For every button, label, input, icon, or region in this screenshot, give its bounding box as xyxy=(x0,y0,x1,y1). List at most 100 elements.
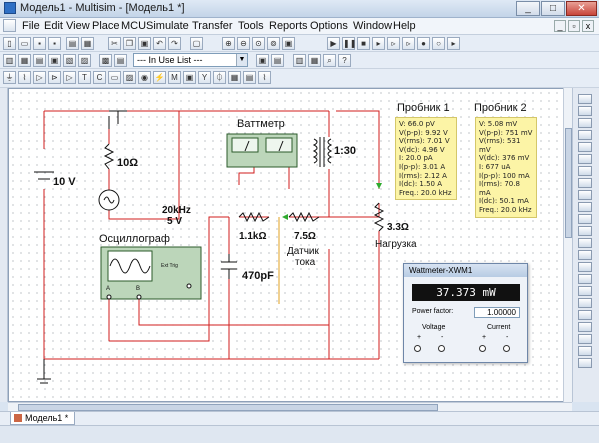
wattmeter-window-title[interactable]: Wattmeter-XWM1 xyxy=(404,264,527,277)
misc-digital-icon[interactable]: ▭ xyxy=(108,71,121,84)
mcu-icon[interactable]: ▦ xyxy=(228,71,241,84)
toggle-breakpoint-icon[interactable]: ● xyxy=(417,37,430,50)
grapher-icon[interactable]: ▥ xyxy=(3,54,16,67)
current-minus-terminal[interactable] xyxy=(503,345,510,352)
mixed-icon[interactable]: ▨ xyxy=(123,71,136,84)
transistor-icon[interactable]: ⊳ xyxy=(48,71,61,84)
menu-view[interactable]: View xyxy=(66,20,90,32)
voltage-plus-terminal[interactable] xyxy=(414,345,421,352)
menu-tools[interactable]: Tools xyxy=(238,20,264,32)
mdi-restore-button[interactable]: ▫ xyxy=(568,20,580,32)
horizontal-scrollbar[interactable] xyxy=(8,402,572,411)
new-icon[interactable]: ▯ xyxy=(3,37,16,50)
ni-elvis-icon[interactable] xyxy=(578,346,592,356)
component-wizard-icon[interactable]: ▣ xyxy=(48,54,61,67)
vertical-scroll-thumb[interactable] xyxy=(565,128,572,238)
forward-annotate-icon[interactable]: ▦ xyxy=(308,54,321,67)
menu-place[interactable]: Place xyxy=(92,20,120,32)
wattmeter-window[interactable]: Wattmeter-XWM1 37.373 mW Power factor: 1… xyxy=(403,263,528,363)
document-icon[interactable] xyxy=(3,19,16,32)
tab-model1[interactable]: Модель1 * xyxy=(10,412,76,425)
pause-next-icon[interactable]: ▸ xyxy=(447,37,460,50)
cmos-icon[interactable]: C xyxy=(93,71,106,84)
network-analyzer-icon[interactable] xyxy=(578,250,592,260)
four-channel-oscilloscope-icon[interactable] xyxy=(578,142,592,152)
stop-icon[interactable]: ■ xyxy=(357,37,370,50)
close-button[interactable]: ✕ xyxy=(566,1,597,16)
current-plus-terminal[interactable] xyxy=(479,345,486,352)
voltage-minus-terminal[interactable] xyxy=(438,345,445,352)
advanced-peripherals-icon[interactable]: ▣ xyxy=(183,71,196,84)
pause-icon[interactable]: ❚❚ xyxy=(342,37,356,50)
wattmeter-symbol[interactable] xyxy=(226,133,298,168)
agilent-generator-icon[interactable] xyxy=(578,262,592,272)
oscilloscope-icon[interactable] xyxy=(578,130,592,140)
redo-icon[interactable]: ↷ xyxy=(168,37,181,50)
database-icon[interactable]: ▤ xyxy=(33,54,46,67)
zoom-area-icon[interactable]: ⊙ xyxy=(252,37,265,50)
ultiboard-icon[interactable]: ▤ xyxy=(271,54,284,67)
zoom-out-icon[interactable]: ⊖ xyxy=(237,37,250,50)
instrument-extra-icon[interactable] xyxy=(578,358,592,368)
annotation-icon[interactable]: ▩ xyxy=(99,54,112,67)
ttl-icon[interactable]: T xyxy=(78,71,91,84)
back-annotate-icon[interactable]: ▥ xyxy=(293,54,306,67)
agilent-oscilloscope-icon[interactable] xyxy=(578,286,592,296)
step-icon[interactable]: ▸ xyxy=(372,37,385,50)
iv-analyzer-icon[interactable] xyxy=(578,214,592,224)
tektronix-oscilloscope-icon[interactable] xyxy=(578,298,592,308)
in-use-list-select[interactable]: --- In Use List --- ▼ xyxy=(133,53,248,67)
current-probe-icon[interactable] xyxy=(578,334,592,344)
save-all-icon[interactable]: ▪ xyxy=(48,37,61,50)
source-icon[interactable]: ⏚ xyxy=(3,71,16,84)
zoom-fit-icon[interactable]: ⊚ xyxy=(267,37,280,50)
multisim-icon[interactable]: ▣ xyxy=(256,54,269,67)
wattmeter-icon[interactable] xyxy=(578,118,592,128)
multimeter-icon[interactable] xyxy=(578,94,592,104)
diode-icon[interactable]: ▷ xyxy=(33,71,46,84)
electromechanical-icon[interactable]: ⏀ xyxy=(213,71,226,84)
measurement-probe-icon[interactable] xyxy=(578,310,592,320)
rf-icon[interactable]: Y xyxy=(198,71,211,84)
frequency-counter-icon[interactable] xyxy=(578,166,592,176)
analog-icon[interactable]: ▷ xyxy=(63,71,76,84)
menu-reports[interactable]: Reports xyxy=(269,20,308,32)
probe-2-icon[interactable] xyxy=(282,214,288,220)
labview-instrument-icon[interactable] xyxy=(578,322,592,332)
bus-icon[interactable]: ⌇ xyxy=(258,71,271,84)
menu-simulate[interactable]: Simulate xyxy=(146,20,189,32)
open-icon[interactable]: ▭ xyxy=(18,37,31,50)
logic-converter-icon[interactable] xyxy=(578,202,592,212)
zoom-in-icon[interactable]: ⊕ xyxy=(222,37,235,50)
print-icon[interactable]: ▤ xyxy=(66,37,79,50)
misc-icon[interactable]: M xyxy=(168,71,181,84)
zoom-page-icon[interactable]: ▣ xyxy=(282,37,295,50)
vertical-scrollbar[interactable] xyxy=(563,88,572,402)
menu-file[interactable]: File xyxy=(22,20,40,32)
mdi-minimize-button[interactable]: _ xyxy=(554,20,566,32)
bode-plotter-icon[interactable] xyxy=(578,154,592,164)
paste-icon[interactable]: ▣ xyxy=(138,37,151,50)
run-icon[interactable]: ▶ xyxy=(327,37,340,50)
cut-icon[interactable]: ✂ xyxy=(108,37,121,50)
menu-edit[interactable]: Edit xyxy=(44,20,63,32)
word-generator-icon[interactable] xyxy=(578,178,592,188)
menu-transfer[interactable]: Transfer xyxy=(192,20,233,32)
logic-analyzer-icon[interactable] xyxy=(578,190,592,200)
indicator-icon[interactable]: ◉ xyxy=(138,71,151,84)
postprocessor-icon[interactable]: ▧ xyxy=(63,54,76,67)
mdi-close-button[interactable]: x xyxy=(582,20,594,32)
copy-icon[interactable]: ❐ xyxy=(123,37,136,50)
menu-window[interactable]: Window xyxy=(353,20,392,32)
spectrum-analyzer-icon[interactable] xyxy=(578,238,592,248)
distortion-analyzer-icon[interactable] xyxy=(578,226,592,236)
oscilloscope-symbol[interactable] xyxy=(100,246,202,300)
probe-1-icon[interactable] xyxy=(376,183,382,189)
remove-breakpoint-icon[interactable]: ○ xyxy=(432,37,445,50)
hierarchical-block-icon[interactable]: ▤ xyxy=(243,71,256,84)
basic-icon[interactable]: ⌇ xyxy=(18,71,31,84)
step-out-icon[interactable]: ▹ xyxy=(402,37,415,50)
function-generator-icon[interactable] xyxy=(578,106,592,116)
menu-help[interactable]: Help xyxy=(393,20,416,32)
power-icon[interactable]: ⚡ xyxy=(153,71,166,84)
